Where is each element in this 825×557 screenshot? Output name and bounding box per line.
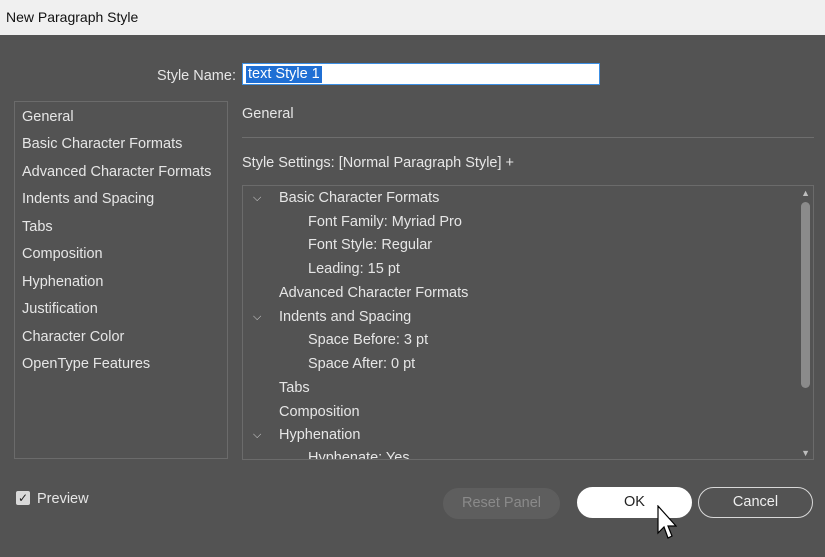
tree-item-composition[interactable]: Composition: [279, 404, 360, 420]
tree-item-space-before: Space Before: 3 pt: [308, 332, 429, 348]
category-character-color[interactable]: Character Color: [22, 329, 124, 345]
style-name-input[interactable]: text Style 1: [242, 63, 600, 85]
scroll-up-arrow-icon[interactable]: ▲: [801, 188, 810, 198]
category-basic-character-formats[interactable]: Basic Character Formats: [22, 136, 182, 152]
preview-label[interactable]: Preview: [37, 491, 89, 507]
scroll-down-arrow-icon[interactable]: ▼: [801, 448, 810, 458]
chevron-down-icon[interactable]: ⌵: [253, 429, 261, 442]
category-justification[interactable]: Justification: [22, 301, 98, 317]
category-composition[interactable]: Composition: [22, 246, 103, 262]
window-titlebar: New Paragraph Style: [0, 0, 825, 35]
category-advanced-character-formats[interactable]: Advanced Character Formats: [22, 164, 211, 180]
tree-item-leading: Leading: 15 pt: [308, 261, 400, 277]
cancel-button[interactable]: Cancel: [698, 487, 813, 518]
category-tabs[interactable]: Tabs: [22, 219, 53, 235]
tree-item-space-after: Space After: 0 pt: [308, 356, 416, 372]
tree-item-indents-and-spacing[interactable]: Indents and Spacing: [279, 309, 411, 325]
style-settings-label: Style Settings: [Normal Paragraph Style]…: [242, 155, 515, 171]
tree-item-tabs[interactable]: Tabs: [279, 380, 310, 396]
scrollbar-thumb[interactable]: [801, 202, 810, 388]
category-indents-and-spacing[interactable]: Indents and Spacing: [22, 191, 154, 207]
panel-divider: [242, 137, 814, 138]
style-name-label: Style Name:: [157, 68, 236, 84]
style-name-value[interactable]: text Style 1: [246, 66, 322, 83]
new-paragraph-style-dialog: Style Name: text Style 1 General Basic C…: [0, 35, 825, 557]
chevron-down-icon[interactable]: ⌵: [253, 192, 261, 205]
category-general[interactable]: General: [22, 109, 74, 125]
category-list: General Basic Character Formats Advanced…: [14, 101, 228, 459]
tree-item-hyphenation[interactable]: Hyphenation: [279, 427, 360, 443]
tree-item-hyphenate: Hyphenate: Yes: [308, 450, 410, 460]
reset-panel-button[interactable]: Reset Panel: [443, 488, 560, 519]
window-title: New Paragraph Style: [6, 9, 139, 25]
category-opentype-features[interactable]: OpenType Features: [22, 356, 150, 372]
preview-checkbox[interactable]: ✓: [16, 491, 30, 505]
panel-title: General: [242, 106, 294, 122]
tree-item-font-style: Font Style: Regular: [308, 237, 433, 253]
category-hyphenation[interactable]: Hyphenation: [22, 274, 103, 290]
style-settings-tree[interactable]: ⌵ Basic Character Formats Font Family: M…: [242, 185, 814, 460]
tree-item-basic-character-formats[interactable]: Basic Character Formats: [279, 190, 439, 206]
tree-item-advanced-character-formats[interactable]: Advanced Character Formats: [279, 285, 468, 301]
chevron-down-icon[interactable]: ⌵: [253, 311, 261, 324]
mouse-pointer-icon: [657, 505, 677, 539]
tree-item-font-family: Font Family: Myriad Pro: [308, 214, 462, 230]
